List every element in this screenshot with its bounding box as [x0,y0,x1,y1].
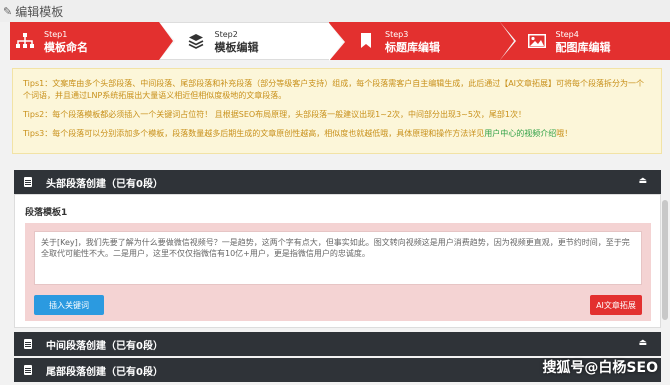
step-3[interactable]: Step3 标题库编辑 [329,22,516,60]
step-2[interactable]: Step2 模板编辑 [158,22,345,61]
paragraph-template-box: 关于[Key]，我们先要了解为什么要做微信视频号？一是趋势，这两个字有点大，但事… [25,223,651,321]
head-section-title: 头部段落创建（已有0段） [46,178,163,190]
sitemap-icon [14,32,36,50]
document-icon [24,339,32,349]
collapse-icon[interactable]: ⏏ [638,176,647,186]
step-2-label: 模板编辑 [214,41,259,54]
step-1[interactable]: Step1 模板命名 [10,22,175,60]
head-section-header[interactable]: 头部段落创建（已有0段） ⏏ [14,170,661,194]
step-3-label: 标题库编辑 [385,41,440,54]
head-section-body: 段落模板1 关于[Key]，我们先要了解为什么要做微信视频号？一是趋势，这两个字… [14,194,661,328]
step-3-small: Step3 [385,30,409,39]
paragraph-template-label: 段落模板1 [25,208,68,218]
scrollbar[interactable] [662,200,668,320]
tip-2: Tips2：每个段落模板都必须插入一个关键词占位符！ 且根据SEO布局原理，头部… [23,110,527,119]
step-4-label: 配图库编辑 [555,41,611,54]
tip-3-text: Tips3：每个段落可以分别添加多个模板，段落数量越多后期生成的文章原创性越高，… [23,129,485,138]
tip-3: Tips3：每个段落可以分别添加多个模板，段落数量越多后期生成的文章原创性越高，… [23,128,651,140]
middle-section-header[interactable]: 中间段落创建（已有0段） ⏏ [14,332,661,356]
document-icon [24,177,32,187]
middle-section-title: 中间段落创建（已有0段） [46,340,163,352]
watermark: 搜狐号@白杨SEO [542,360,658,376]
step-4-small: Step4 [555,30,579,39]
video-intro-link[interactable]: 用户中心的视频介绍 [484,129,556,138]
paragraph-textarea[interactable]: 关于[Key]，我们先要了解为什么要做微信视频号？一是趋势，这两个字有点大，但事… [34,231,642,285]
step-1-small: Step1 [44,30,68,39]
step-2-small: Step2 [214,30,238,39]
image-icon [526,32,548,50]
step-wizard: Step1 模板命名 Step2 模板编辑 Step3 标题库编辑 Step4 配图库编… [10,22,670,61]
step-1-label: 模板命名 [44,41,88,54]
bookmark-icon [355,32,377,50]
tip-3-end: 哦！ [556,129,573,138]
tail-section-title: 尾部段落创建（已有0段） [46,366,163,378]
layers-icon [185,32,207,50]
page-title: 编辑模板 [15,4,64,19]
step-4[interactable]: Step4 配图库编辑 [499,22,670,60]
tip-1: Tips1：文案库由多个头部段落、中间段落、尾部段落和补充段落（部分等级客户支持… [23,79,645,100]
ai-expand-button[interactable]: AI文章拓展 [590,295,642,315]
insert-keyword-button[interactable]: 插入关键词 [34,295,104,315]
collapse-icon[interactable]: ⏏ [638,338,647,348]
tips-box: Tips1：文案库由多个头部段落、中间段落、尾部段落和补充段落（部分等级客户支持… [12,68,662,154]
page-header: ✎ 编辑模板 [0,0,670,22]
pencil-icon: ✎ [3,4,13,18]
document-icon [24,365,32,375]
